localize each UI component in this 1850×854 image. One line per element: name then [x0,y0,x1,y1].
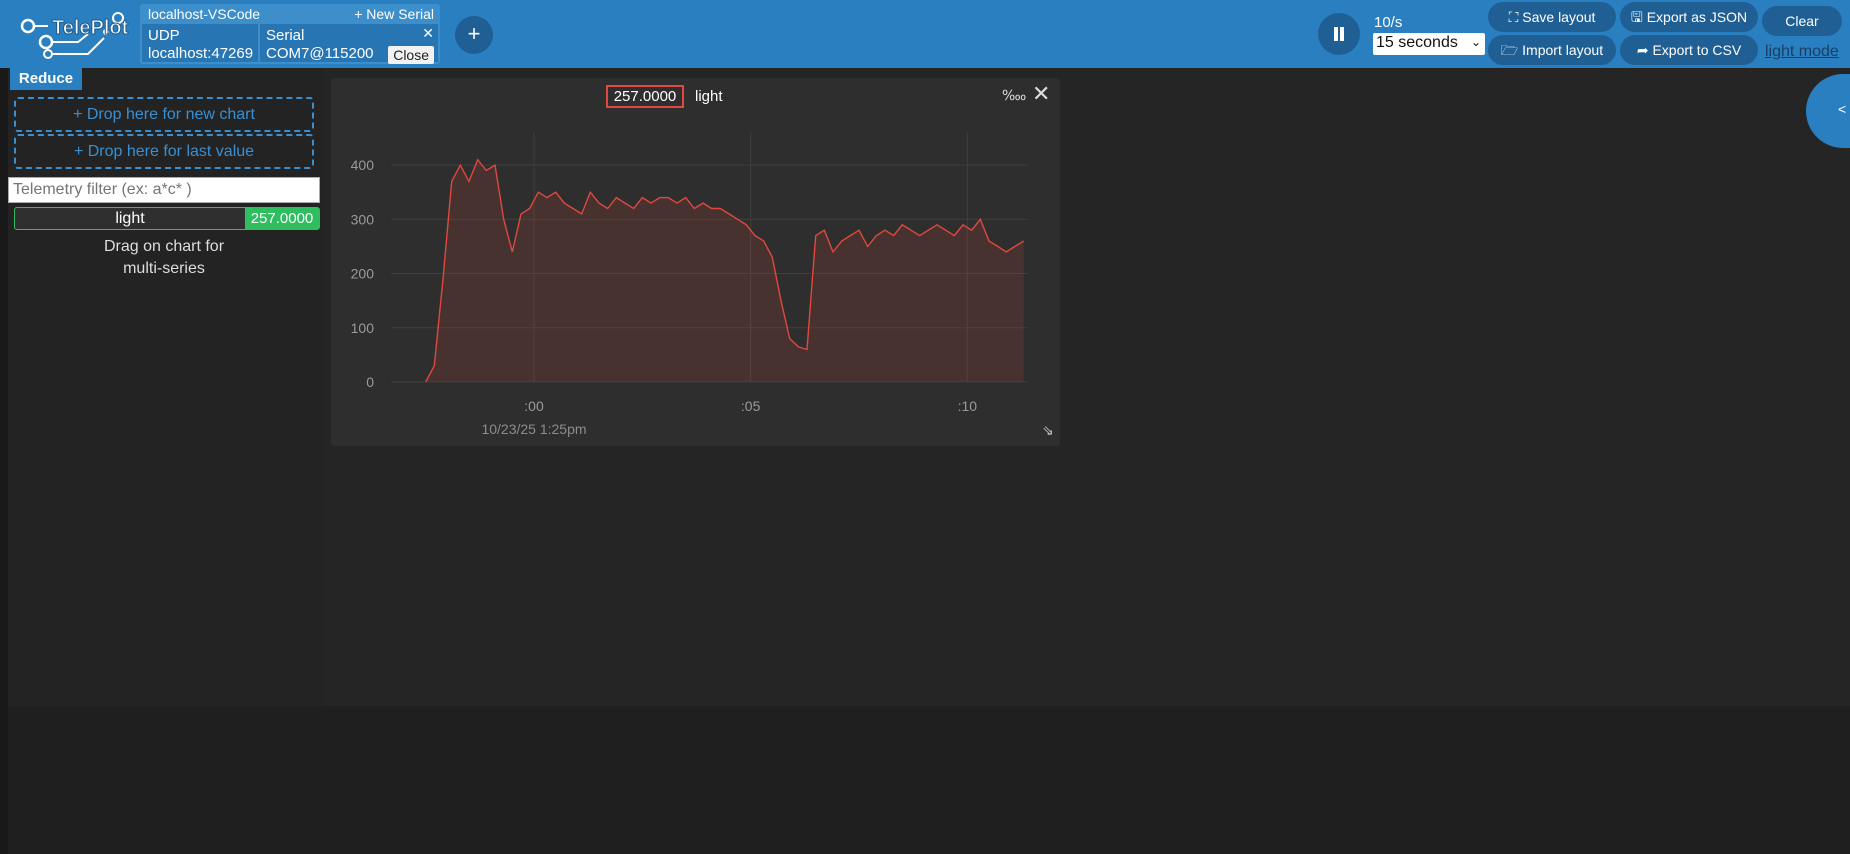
export-csv-button[interactable]: ➦ Export to CSV [1620,35,1758,65]
series-area-light [425,159,1024,382]
remove-serial-icon[interactable]: ✕ [422,24,434,42]
drag-hint-line-1: Drag on chart for [103,238,225,255]
chart-card: 0 100 200 300 400 :00 :05 :10 10/23/25 1:25pm 25… [331,78,1060,446]
x-date-label: 10/23/25 1:25pm [481,421,586,437]
serial-type: Serial [266,27,305,44]
folder-icon: 🗁 [1500,42,1523,58]
pause-button[interactable] [1318,13,1360,55]
y-tick-label: 200 [351,266,375,282]
permil-toggle-icon[interactable]: ‱ [1002,87,1026,104]
x-tick-label: :00 [524,398,544,414]
close-chart-icon[interactable]: ✕ [1032,83,1050,105]
export-json-button[interactable]: 🖫 Export as JSON [1620,2,1758,32]
teleplot-logo: TelePlot [20,12,129,59]
reduce-button[interactable]: Reduce [10,68,82,90]
resize-handle-icon[interactable]: ⇘ [1042,422,1054,439]
rate-display: 10/s [1374,14,1403,31]
new-serial-button[interactable]: + New Serial [354,6,434,22]
udp-type: UDP [148,27,180,44]
svg-text:TelePlot: TelePlot [52,17,129,39]
chart-current-value: 257.0000 [606,85,684,108]
chevron-down-icon: ⌄ [1470,35,1481,49]
export-csv-label: Export to CSV [1652,42,1742,58]
y-tick-label: 300 [351,211,375,227]
drag-hint: Drag on chart for multi-series [94,236,234,280]
y-tick-label: 400 [351,157,375,173]
drag-hint-line-2: multi-series [123,260,205,277]
save-layout-button[interactable]: ⛶ Save layout [1488,2,1616,32]
export-json-label: Export as JSON [1646,9,1748,25]
chart-plot[interactable]: 0 100 200 300 400 :00 :05 :10 10/23/25 1:25pm [331,78,1060,446]
drop-zone-new-chart[interactable]: + Drop here for new chart [14,97,314,132]
time-window-select[interactable]: 15 seconds ⌄ [1373,33,1485,55]
y-tick-label: 0 [366,374,374,390]
y-tick-label: 100 [351,320,375,336]
import-layout-button[interactable]: 🗁 Import layout [1488,35,1616,65]
light-mode-link[interactable]: light mode [1765,43,1839,61]
udp-connection: UDP localhost:47269 [142,24,258,62]
chart-series-name: light [695,88,723,105]
import-layout-label: Import layout [1522,42,1604,58]
time-window-value: 15 seconds [1376,34,1458,51]
save-icon: 🖫 [1630,9,1647,25]
left-strip [0,68,8,854]
telemetry-value: 257.0000 [245,208,319,229]
top-bar: TelePlot localhost-VSCode + New Serial U… [0,0,1850,68]
serial-connection: Serial COM7@115200 ✕ Close [260,24,438,64]
telemetry-item-light[interactable]: light 257.0000 [14,207,320,230]
connection-group-title: localhost-VSCode [148,6,261,22]
x-tick-label: :05 [741,398,761,414]
x-tick-label: :10 [958,398,978,414]
close-serial-button[interactable]: Close [388,46,434,64]
clear-button[interactable]: Clear [1762,6,1842,36]
expand-icon: ⛶ [1508,9,1523,25]
chevron-left-icon: < [1838,101,1847,117]
telemetry-name: light [115,210,145,227]
share-icon: ➦ [1636,42,1653,58]
save-layout-label: Save layout [1522,9,1596,25]
add-connection-button[interactable]: + [455,16,493,54]
telemetry-filter-input[interactable] [8,177,320,203]
udp-address: localhost:47269 [148,45,254,62]
drop-zone-last-value[interactable]: + Drop here for last value [14,134,314,169]
connection-group: localhost-VSCode + New Serial UDP localh… [140,4,440,64]
